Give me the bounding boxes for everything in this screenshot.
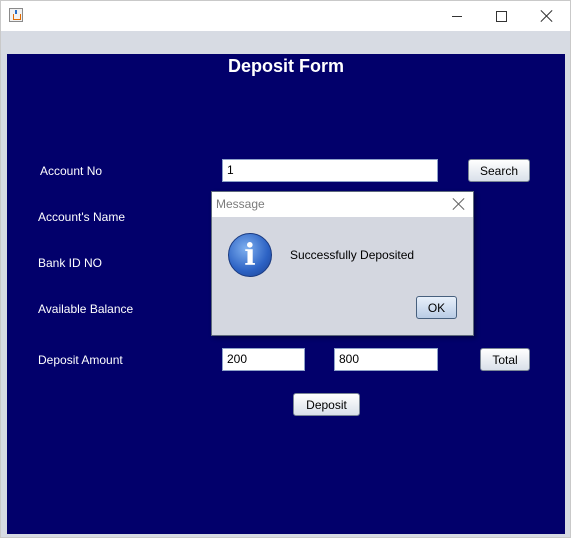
total-field[interactable]: 800 xyxy=(334,348,438,371)
message-dialog: Message i Successfully Deposited OK xyxy=(211,191,474,336)
app-window: Deposit Form Account No 1 Search Account… xyxy=(0,0,571,538)
account-no-field[interactable]: 1 xyxy=(222,159,438,182)
available-balance-label: Available Balance xyxy=(38,302,134,316)
maximize-button[interactable] xyxy=(479,1,524,31)
deposit-button[interactable]: Deposit xyxy=(293,393,360,416)
close-button[interactable] xyxy=(524,1,569,31)
dialog-message: Successfully Deposited xyxy=(290,248,415,262)
info-icon: i xyxy=(228,233,272,277)
deposit-amount-label: Deposit Amount xyxy=(38,353,123,367)
account-no-label: Account No xyxy=(40,164,103,178)
close-icon xyxy=(541,10,553,22)
dialog-titlebar[interactable]: Message xyxy=(212,192,473,217)
dialog-title: Message xyxy=(216,197,265,211)
dialog-close-icon[interactable] xyxy=(453,198,465,210)
total-button[interactable]: Total xyxy=(480,348,530,371)
search-button[interactable]: Search xyxy=(468,159,530,182)
java-app-icon xyxy=(9,8,23,22)
minimize-button[interactable] xyxy=(434,1,479,31)
maximize-icon xyxy=(496,10,507,22)
bank-id-label: Bank ID NO xyxy=(38,256,103,270)
minimize-icon xyxy=(451,15,462,17)
form-title: Deposit Form xyxy=(227,56,344,76)
accounts-name-label: Account's Name xyxy=(38,210,125,224)
deposit-amount-field[interactable]: 200 xyxy=(222,348,305,371)
ok-button[interactable]: OK xyxy=(416,296,457,319)
window-titlebar[interactable] xyxy=(1,1,570,31)
